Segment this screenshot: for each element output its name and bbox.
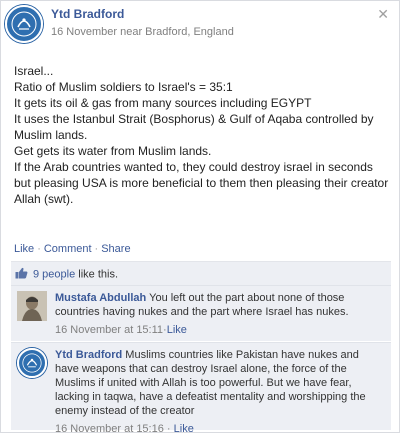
likes-text: 9 people like this.	[33, 268, 118, 280]
comment-item: Ytd Bradford Muslims countries like Paki…	[11, 342, 391, 435]
post-author-link[interactable]: Ytd Bradford	[51, 7, 234, 21]
separator: ·	[37, 243, 41, 255]
separator: ·	[94, 243, 99, 255]
post-meta: Ytd Bradford 16 November near Bradford, …	[51, 7, 234, 43]
post-line: It uses the Istanbul Strait (Bosphorus) …	[14, 112, 374, 142]
comment-timestamp[interactable]: 16 November at 15:11	[55, 324, 163, 336]
page-logo-icon[interactable]	[17, 348, 47, 378]
comment-meta: 16 November at 15:11·Like	[55, 323, 380, 337]
share-link[interactable]: Share	[101, 243, 130, 255]
likes-summary: 9 people like this.	[11, 261, 391, 287]
close-icon[interactable]: ✕	[377, 7, 389, 23]
comment-like-link[interactable]: Like	[167, 324, 187, 336]
likes-suffix: like this.	[75, 268, 119, 281]
separator: ·	[163, 423, 174, 435]
comment-body: Ytd Bradford Muslims countries like Paki…	[55, 348, 380, 435]
post-line: Israel...	[14, 64, 54, 78]
post-line: It gets its oil & gas from many sources …	[14, 96, 312, 110]
likes-count-link[interactable]: 9 people	[33, 268, 75, 280]
feed-post: Ytd Bradford 16 November near Bradford, …	[0, 0, 400, 435]
comment-item: Mustafa Abdullah You left out the part a…	[11, 285, 391, 341]
comment-meta: 16 November at 15:16 · Like	[55, 422, 380, 436]
post-header: Ytd Bradford 16 November near Bradford, …	[5, 5, 234, 43]
like-link[interactable]: Like	[14, 243, 34, 255]
comment-like-link[interactable]: Like	[174, 423, 194, 435]
post-actions: Like · Comment · Share	[14, 243, 131, 255]
thumbs-up-icon	[15, 267, 28, 282]
post-timestamp-location[interactable]: 16 November near Bradford, England	[51, 26, 234, 38]
comment-link[interactable]: Comment	[44, 243, 92, 255]
comment-author-link[interactable]: Ytd Bradford	[55, 349, 122, 361]
post-message: Israel... Ratio of Muslim soldiers to Is…	[14, 63, 390, 207]
post-line: Ratio of Muslim soldiers to Israel's = 3…	[14, 80, 233, 94]
post-line: If the Arab countries wanted to, they co…	[14, 160, 389, 206]
post-line: Get gets its water from Muslim lands.	[14, 144, 212, 158]
avatar[interactable]	[17, 291, 47, 321]
comment-author-link[interactable]: Mustafa Abdullah	[55, 292, 146, 304]
comment-timestamp[interactable]: 16 November at 15:16	[55, 423, 164, 435]
page-logo-icon[interactable]	[5, 5, 43, 43]
comment-body: Mustafa Abdullah You left out the part a…	[55, 291, 380, 336]
